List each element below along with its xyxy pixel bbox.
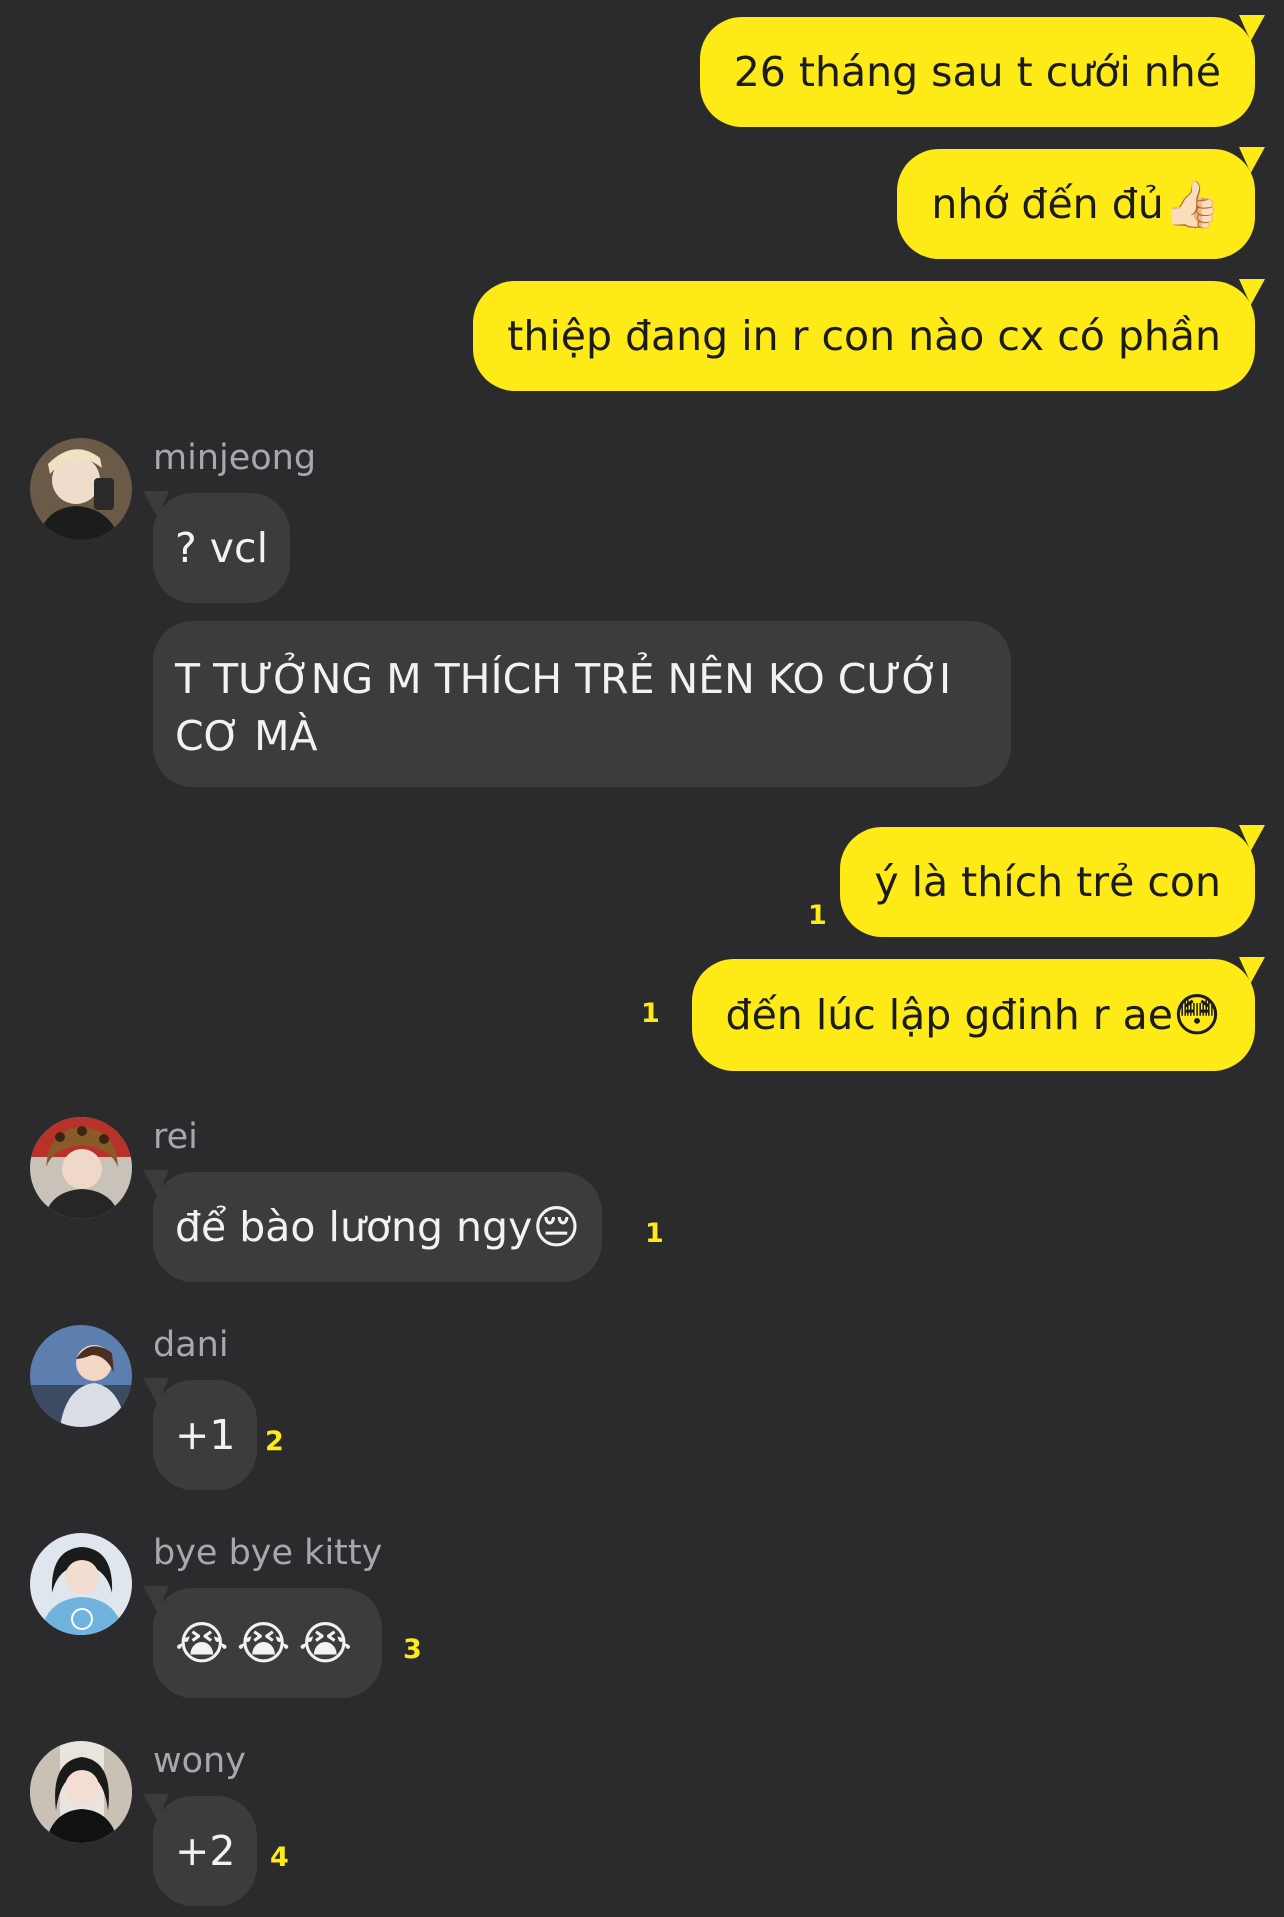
avatar-photo-icon bbox=[30, 1533, 132, 1635]
sender-name: wony bbox=[153, 1741, 246, 1781]
avatar-photo-icon bbox=[30, 1741, 132, 1843]
chat-screen: 26 tháng sau t cưới nhé nhớ đến đủ 👍🏻 th… bbox=[0, 0, 1284, 1917]
unread-count: 1 bbox=[645, 1218, 664, 1249]
avatar-photo-icon bbox=[30, 1117, 132, 1219]
pensive-face-icon: 😔 bbox=[532, 1200, 581, 1254]
unread-count: 2 bbox=[265, 1426, 284, 1457]
message-text: +2 bbox=[175, 1827, 236, 1875]
unread-count: 1 bbox=[808, 900, 827, 931]
message-text: thiệp đang in r con nào cx có phần bbox=[507, 312, 1221, 360]
message-text: T TƯỞNG M THÍCH TRẺ NÊN KO CƯỚI CƠ MÀ bbox=[175, 655, 952, 760]
unread-count: 3 bbox=[403, 1634, 422, 1665]
my-message-bubble[interactable]: ý là thích trẻ con bbox=[840, 827, 1255, 937]
thumbs-up-icon: 👍🏻 bbox=[1163, 177, 1221, 231]
loudly-crying-face-icon: 😭😭😭 bbox=[175, 1616, 361, 1670]
sender-name: rei bbox=[153, 1117, 198, 1157]
message-text: +1 bbox=[175, 1411, 236, 1459]
sender-name: bye bye kitty bbox=[153, 1533, 383, 1573]
avatar-photo-icon bbox=[30, 438, 132, 540]
their-message-bubble[interactable]: 😭😭😭 bbox=[153, 1588, 383, 1698]
their-message-bubble[interactable]: +1 bbox=[153, 1380, 258, 1490]
my-message-bubble[interactable]: 26 tháng sau t cưới nhé bbox=[699, 17, 1255, 127]
my-message-bubble[interactable]: nhớ đến đủ 👍🏻 bbox=[897, 149, 1255, 259]
my-message-bubble[interactable]: thiệp đang in r con nào cx có phần bbox=[473, 281, 1255, 391]
their-message-bubble[interactable]: T TƯỞNG M THÍCH TRẺ NÊN KO CƯỚI CƠ MÀ bbox=[153, 621, 1011, 787]
flushed-face-icon: 😳 bbox=[1173, 988, 1221, 1042]
message-text: ? vcl bbox=[175, 524, 268, 572]
unread-count: 1 bbox=[641, 998, 660, 1029]
message-text: ý là thích trẻ con bbox=[874, 858, 1221, 906]
sender-name: dani bbox=[153, 1325, 229, 1365]
avatar[interactable] bbox=[30, 1533, 132, 1635]
my-message-bubble[interactable]: đến lúc lập gđinh r ae 😳 bbox=[691, 959, 1255, 1071]
message-text: đến lúc lập gđinh r ae bbox=[725, 991, 1174, 1039]
avatar[interactable] bbox=[30, 1741, 132, 1843]
message-text: 26 tháng sau t cưới nhé bbox=[733, 48, 1221, 96]
avatar[interactable] bbox=[30, 438, 132, 540]
avatar[interactable] bbox=[30, 1117, 132, 1219]
message-text: để bào lương ngy bbox=[175, 1203, 533, 1251]
their-message-bubble[interactable]: +2 bbox=[153, 1796, 258, 1906]
avatar[interactable] bbox=[30, 1325, 132, 1427]
avatar-photo-icon bbox=[30, 1325, 132, 1427]
unread-count: 4 bbox=[270, 1842, 289, 1873]
their-message-bubble[interactable]: ? vcl bbox=[153, 493, 290, 603]
their-message-bubble[interactable]: để bào lương ngy 😔 bbox=[153, 1172, 603, 1282]
sender-name: minjeong bbox=[153, 438, 317, 478]
message-text: nhớ đến đủ bbox=[931, 180, 1164, 228]
